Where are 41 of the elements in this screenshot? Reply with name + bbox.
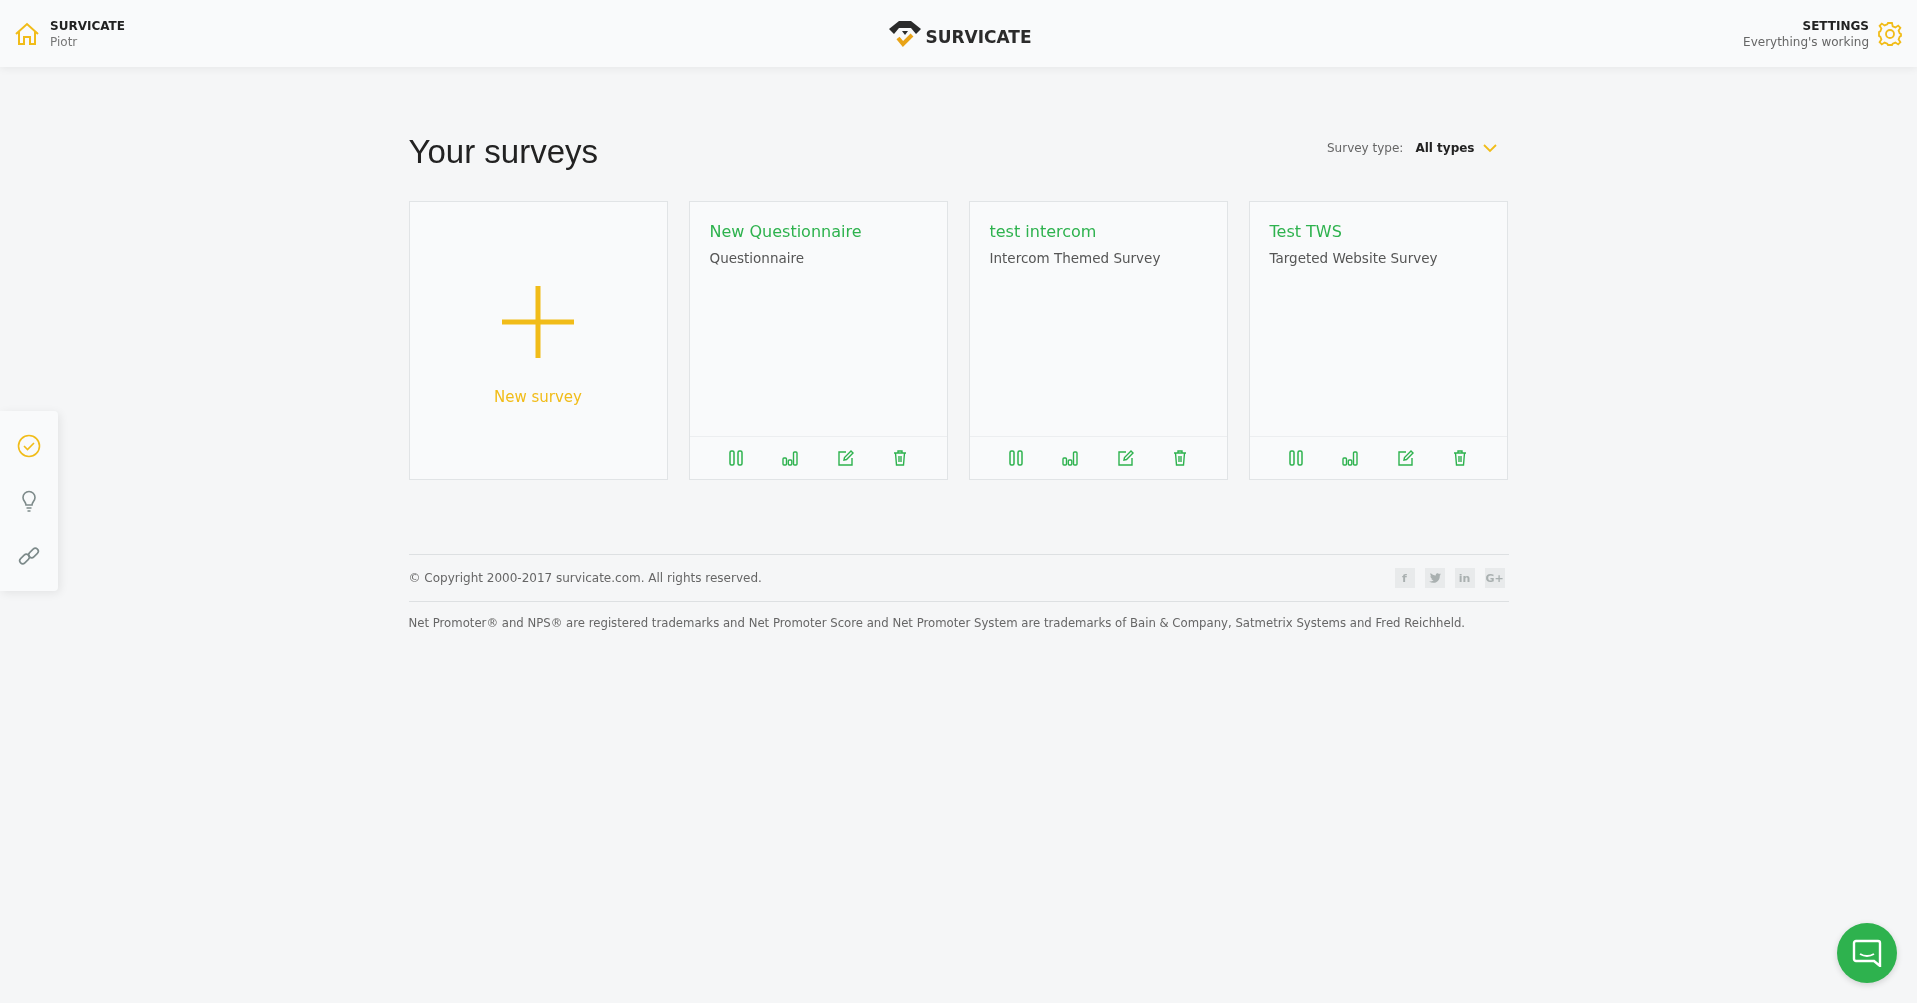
new-survey-label: New survey xyxy=(494,387,582,406)
survey-name[interactable]: Test TWS xyxy=(1269,222,1487,241)
bar-chart-icon[interactable] xyxy=(782,450,799,466)
account-name: SURVICATE xyxy=(50,18,125,33)
bar-chart-icon[interactable] xyxy=(1342,450,1359,466)
logo-wordmark: SURVICATE xyxy=(925,26,1032,47)
page-title: Your surveys xyxy=(408,133,599,171)
trash-icon[interactable] xyxy=(892,450,907,466)
survey-name[interactable]: New Questionnaire xyxy=(709,222,927,241)
user-name: Piotr xyxy=(50,34,79,49)
survey-type: Intercom Themed Survey xyxy=(989,250,1162,266)
filter-label: Survey type: xyxy=(1326,141,1404,155)
chevron-down-icon xyxy=(1482,143,1497,153)
pause-icon[interactable] xyxy=(1009,450,1024,466)
home-icon[interactable] xyxy=(14,20,40,47)
check-circle-icon[interactable] xyxy=(17,434,41,459)
settings-link[interactable]: SETTINGS xyxy=(1802,18,1869,33)
trash-icon[interactable] xyxy=(1452,450,1467,466)
bar-chart-icon[interactable] xyxy=(1062,450,1079,466)
edit-icon[interactable] xyxy=(837,450,854,466)
social-link[interactable]: G+ xyxy=(1484,568,1505,588)
social-link[interactable]: in xyxy=(1454,568,1475,588)
trash-icon[interactable] xyxy=(1172,450,1187,466)
survey-type-dropdown[interactable]: All types xyxy=(1415,141,1497,155)
status-text: Everything's working xyxy=(1743,34,1869,49)
social-link[interactable]: f xyxy=(1394,568,1415,588)
edit-icon[interactable] xyxy=(1397,450,1414,466)
copyright-text: © Copyright 2000-2017 survicate.com. All rights reserved. xyxy=(408,571,762,585)
chat-button[interactable] xyxy=(1837,923,1897,983)
trademark-notice: Net Promoter® and NPS® are registered trademarks and Net Promoter Score and Net Promoter System are trademarks of Bain & Company, Satmetrix Systems and Fred Reichheld. xyxy=(408,616,1467,630)
survey-name[interactable]: test intercom xyxy=(989,222,1207,241)
survey-type: Questionnaire xyxy=(709,250,806,266)
pause-icon[interactable] xyxy=(729,450,744,466)
plus-icon xyxy=(502,285,574,358)
edit-icon[interactable] xyxy=(1117,450,1134,466)
bird-icon[interactable] xyxy=(1424,568,1445,588)
pause-icon[interactable] xyxy=(1289,450,1304,466)
new-survey-card[interactable]: New survey xyxy=(408,201,668,480)
chat-bubble-icon xyxy=(1852,939,1882,967)
survey-type: Targeted Website Survey xyxy=(1269,250,1439,266)
settings-icon[interactable] xyxy=(1877,20,1903,47)
